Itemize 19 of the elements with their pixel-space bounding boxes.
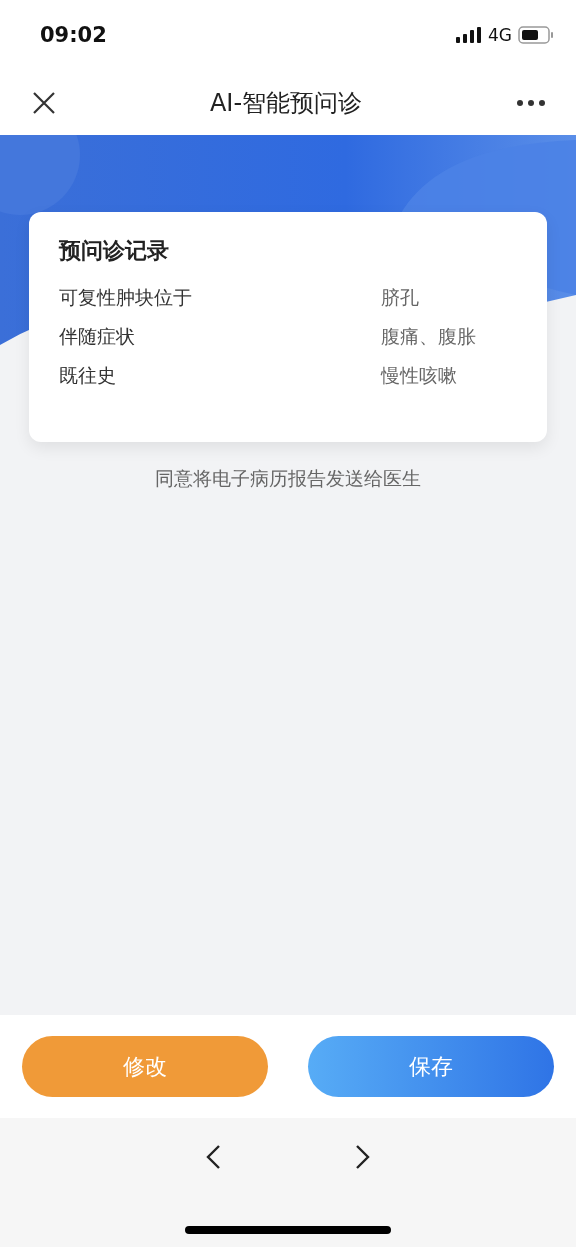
status-time: 09:02 bbox=[40, 23, 107, 47]
action-button[interactable]: 保存 bbox=[308, 1036, 554, 1097]
battery-icon bbox=[518, 26, 554, 44]
forward-icon[interactable] bbox=[355, 1144, 371, 1170]
card-title: 预问诊记录 bbox=[59, 237, 170, 265]
network-label: 4G bbox=[488, 25, 512, 45]
back-icon[interactable] bbox=[205, 1144, 221, 1170]
record-label: 伴随症状 bbox=[59, 324, 136, 349]
action-button[interactable]: 修改 bbox=[22, 1036, 268, 1097]
page-title: AI-智能预问诊 bbox=[209, 87, 363, 119]
signal-icon bbox=[456, 27, 482, 43]
record-label: 可复性肿块位于 bbox=[59, 285, 193, 310]
close-icon[interactable] bbox=[32, 90, 56, 115]
more-icon[interactable] bbox=[516, 98, 546, 107]
record-value: 脐孔 bbox=[381, 285, 419, 310]
record-value: 腹痛、腹胀 bbox=[381, 324, 476, 349]
record-value: 慢性咳嗽 bbox=[381, 363, 457, 388]
record-label: 既往史 bbox=[59, 363, 117, 388]
consent-text: 同意将电子病历报告发送给医生 bbox=[155, 466, 421, 491]
